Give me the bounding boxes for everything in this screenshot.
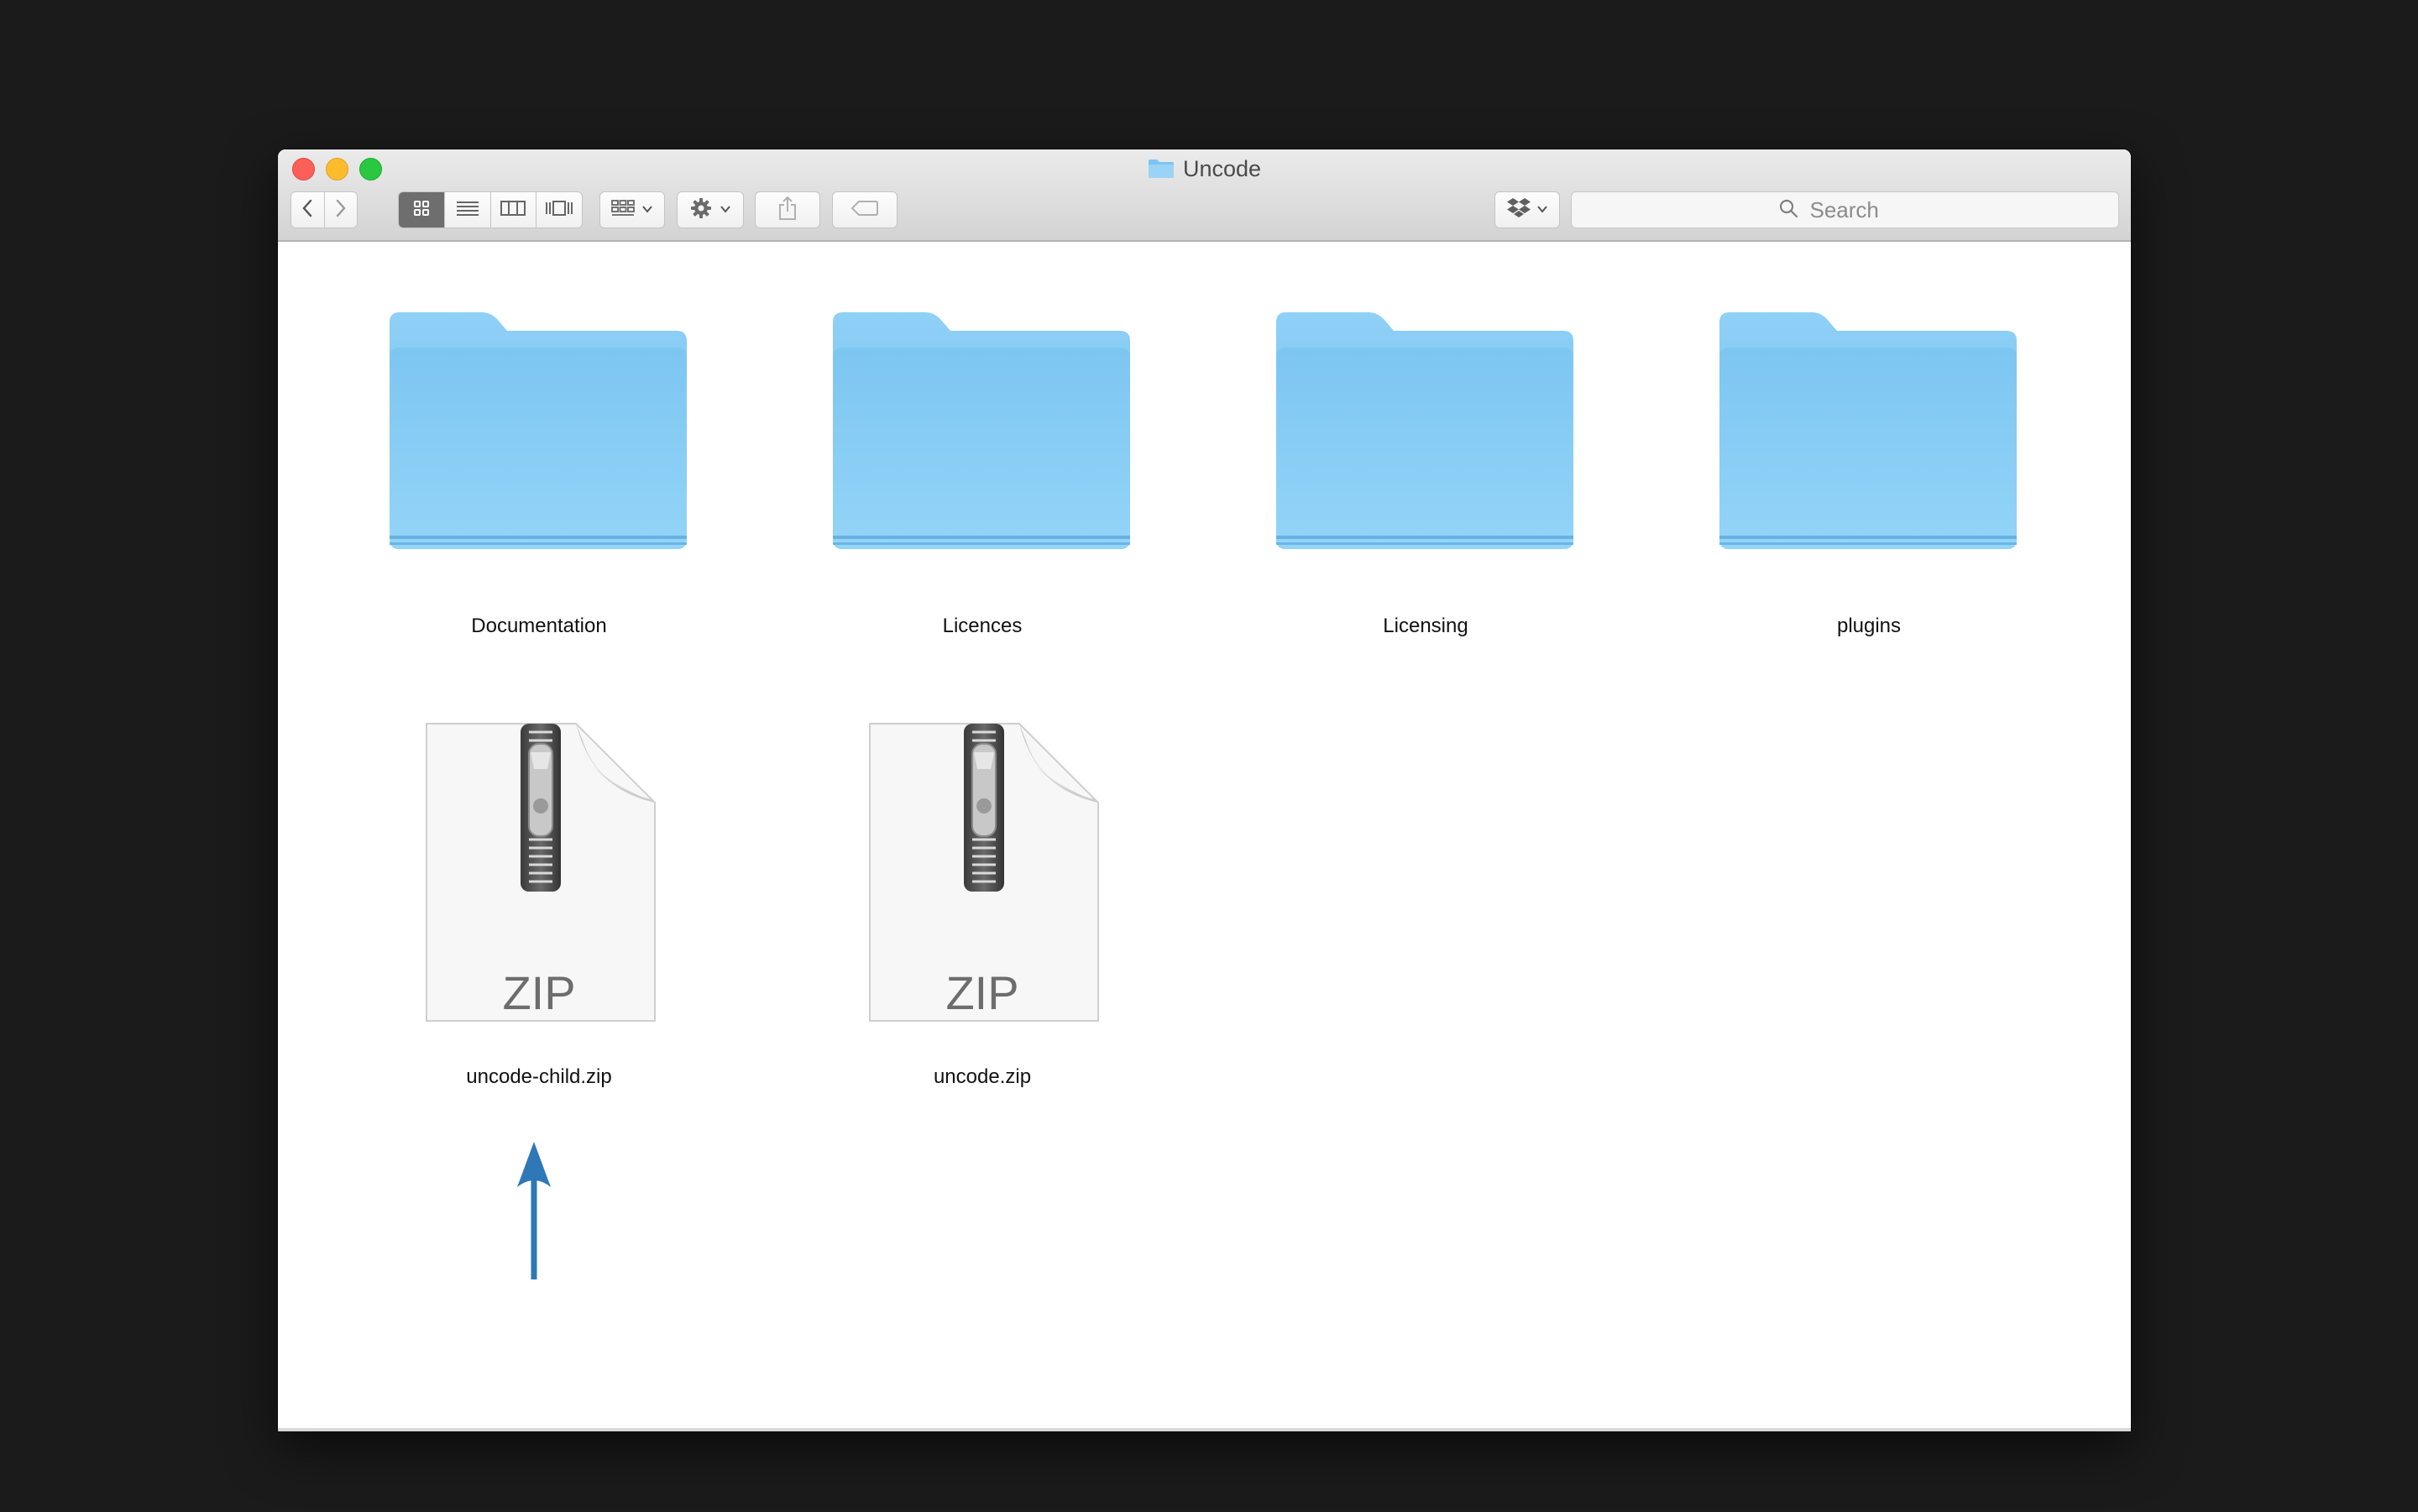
action-menu-button[interactable] [677,191,744,228]
list-view-button[interactable] [443,192,490,228]
share-icon [777,196,798,225]
folder-icon [1719,312,2017,549]
columns-icon [500,200,526,221]
tag-button[interactable] [832,191,898,228]
folder-item-plugins[interactable]: plugins [1701,302,2037,655]
file-name: uncode-child.zip [466,1065,612,1088]
chevron-down-icon [1536,202,1548,217]
file-name: plugins [1836,615,1902,637]
list-icon [456,200,479,221]
search-icon [1778,198,1798,222]
dropbox-button[interactable] [1494,191,1560,228]
folder-icon [833,312,1130,549]
folder-icon [1148,159,1175,179]
view-mode-control [398,191,583,228]
share-button[interactable] [755,191,820,228]
group-by-icon [611,199,635,222]
window-bottom-edge [278,1428,2131,1431]
chevron-down-icon [641,202,653,217]
column-view-button[interactable] [489,192,536,228]
folder-item-licences[interactable]: Licences [814,302,1150,655]
group-by-button[interactable] [599,191,665,228]
cover-flow-icon [545,200,573,221]
chevron-left-icon [301,198,313,222]
search-field[interactable] [1571,191,2119,228]
file-name: uncode.zip [933,1065,1032,1088]
zip-badge: ZIP [945,966,1019,1019]
cover-flow-view-button[interactable] [536,192,582,228]
gear-icon [689,196,713,224]
tag-icon [850,200,879,221]
file-name: Licences [942,615,1023,637]
window-title: Uncode [278,154,2131,183]
icon-view-button[interactable] [399,192,444,228]
file-name: Licensing [1383,615,1468,637]
file-name: Documentation [471,615,607,637]
window-title-text: Uncode [1182,155,1262,181]
folder-item-licensing[interactable]: Licensing [1258,302,1594,655]
folder-item-documentation[interactable]: Documentation [371,302,707,655]
chevron-down-icon [720,202,731,217]
folder-icon [1276,312,1573,549]
back-button[interactable] [291,192,324,228]
zip-item-uncode[interactable]: ZIP uncode.zip [814,720,1150,1098]
search-input[interactable] [1808,196,1913,224]
dropbox-icon [1506,196,1531,224]
folder-icon [390,312,687,549]
chevron-right-icon [335,198,347,222]
nav-buttons [290,191,358,228]
grid-icon [413,200,430,221]
zip-item-uncode-child[interactable]: ZIP uncode-child.zip [371,720,707,1098]
forward-button[interactable] [323,192,358,228]
title-bar: Uncode [278,149,2131,242]
zip-badge: ZIP [502,966,576,1019]
